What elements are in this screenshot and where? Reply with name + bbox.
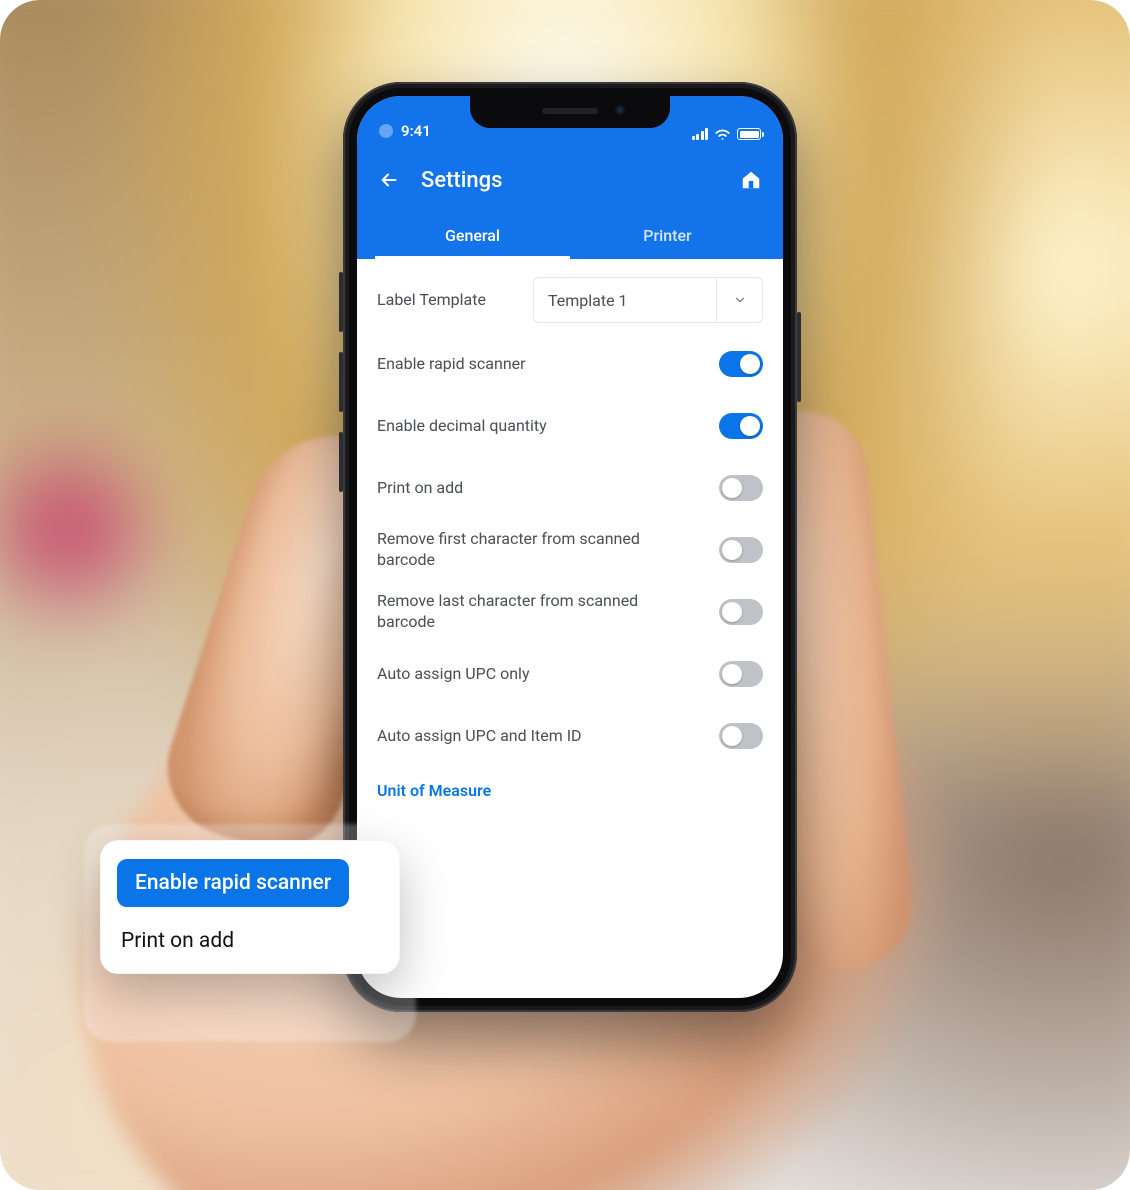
toggle-auto_assign_upc_only[interactable] bbox=[719, 661, 763, 687]
tab-printer[interactable]: Printer bbox=[570, 212, 765, 259]
status-dot-icon bbox=[379, 124, 393, 138]
popup-chip-enable-rapid-scanner[interactable]: Enable rapid scanner bbox=[117, 859, 349, 907]
setting-row-enable_rapid_scanner: Enable rapid scanner bbox=[377, 333, 763, 395]
battery-icon bbox=[737, 128, 761, 140]
toggle-remove_last_char[interactable] bbox=[719, 599, 763, 625]
label-template-label: Label Template bbox=[377, 290, 486, 311]
status-time: 9:41 bbox=[401, 122, 431, 140]
tab-general[interactable]: General bbox=[375, 212, 570, 259]
home-button[interactable] bbox=[737, 166, 765, 194]
setting-row-print_on_add: Print on add bbox=[377, 457, 763, 519]
back-button[interactable] bbox=[375, 166, 403, 194]
setting-label: Remove first character from scanned barc… bbox=[377, 529, 677, 571]
setting-row-enable_decimal_quantity: Enable decimal quantity bbox=[377, 395, 763, 457]
setting-row-remove_last_char: Remove last character from scanned barco… bbox=[377, 581, 763, 643]
toggle-auto_assign_upc_and_item_id[interactable] bbox=[719, 723, 763, 749]
setting-row-auto_assign_upc_and_item_id: Auto assign UPC and Item ID bbox=[377, 705, 763, 767]
cellular-icon bbox=[692, 128, 709, 140]
setting-label: Enable rapid scanner bbox=[377, 354, 526, 375]
setting-label: Auto assign UPC only bbox=[377, 664, 530, 685]
label-template-row: Label Template Template 1 bbox=[377, 259, 763, 333]
setting-row-auto_assign_upc_only: Auto assign UPC only bbox=[377, 643, 763, 705]
section-unit-of-measure[interactable]: Unit of Measure bbox=[377, 767, 763, 814]
setting-label: Auto assign UPC and Item ID bbox=[377, 726, 582, 747]
setting-label: Enable decimal quantity bbox=[377, 416, 547, 437]
label-template-value: Template 1 bbox=[534, 278, 716, 322]
toggle-remove_first_char[interactable] bbox=[719, 537, 763, 563]
settings-content: Label Template Template 1 Enable rapid s… bbox=[357, 259, 783, 814]
phone-screen: 9:41 Settings bbox=[357, 96, 783, 998]
wifi-icon bbox=[714, 128, 731, 140]
setting-row-remove_first_char: Remove first character from scanned barc… bbox=[377, 519, 763, 581]
popup-item-print-on-add[interactable]: Print on add bbox=[117, 929, 383, 953]
toggle-enable_decimal_quantity[interactable] bbox=[719, 413, 763, 439]
app-header: Settings General Printer bbox=[357, 144, 783, 259]
feature-popup: Enable rapid scanner Print on add bbox=[100, 840, 400, 974]
toggle-enable_rapid_scanner[interactable] bbox=[719, 351, 763, 377]
label-template-select[interactable]: Template 1 bbox=[533, 277, 763, 323]
toggle-print_on_add[interactable] bbox=[719, 475, 763, 501]
tabs: General Printer bbox=[375, 212, 765, 259]
arrow-left-icon bbox=[378, 169, 400, 191]
setting-label: Print on add bbox=[377, 478, 463, 499]
page-title: Settings bbox=[421, 168, 719, 193]
setting-label: Remove last character from scanned barco… bbox=[377, 591, 677, 633]
home-icon bbox=[740, 169, 762, 191]
chevron-down-icon bbox=[716, 278, 762, 322]
phone-notch bbox=[470, 96, 670, 128]
